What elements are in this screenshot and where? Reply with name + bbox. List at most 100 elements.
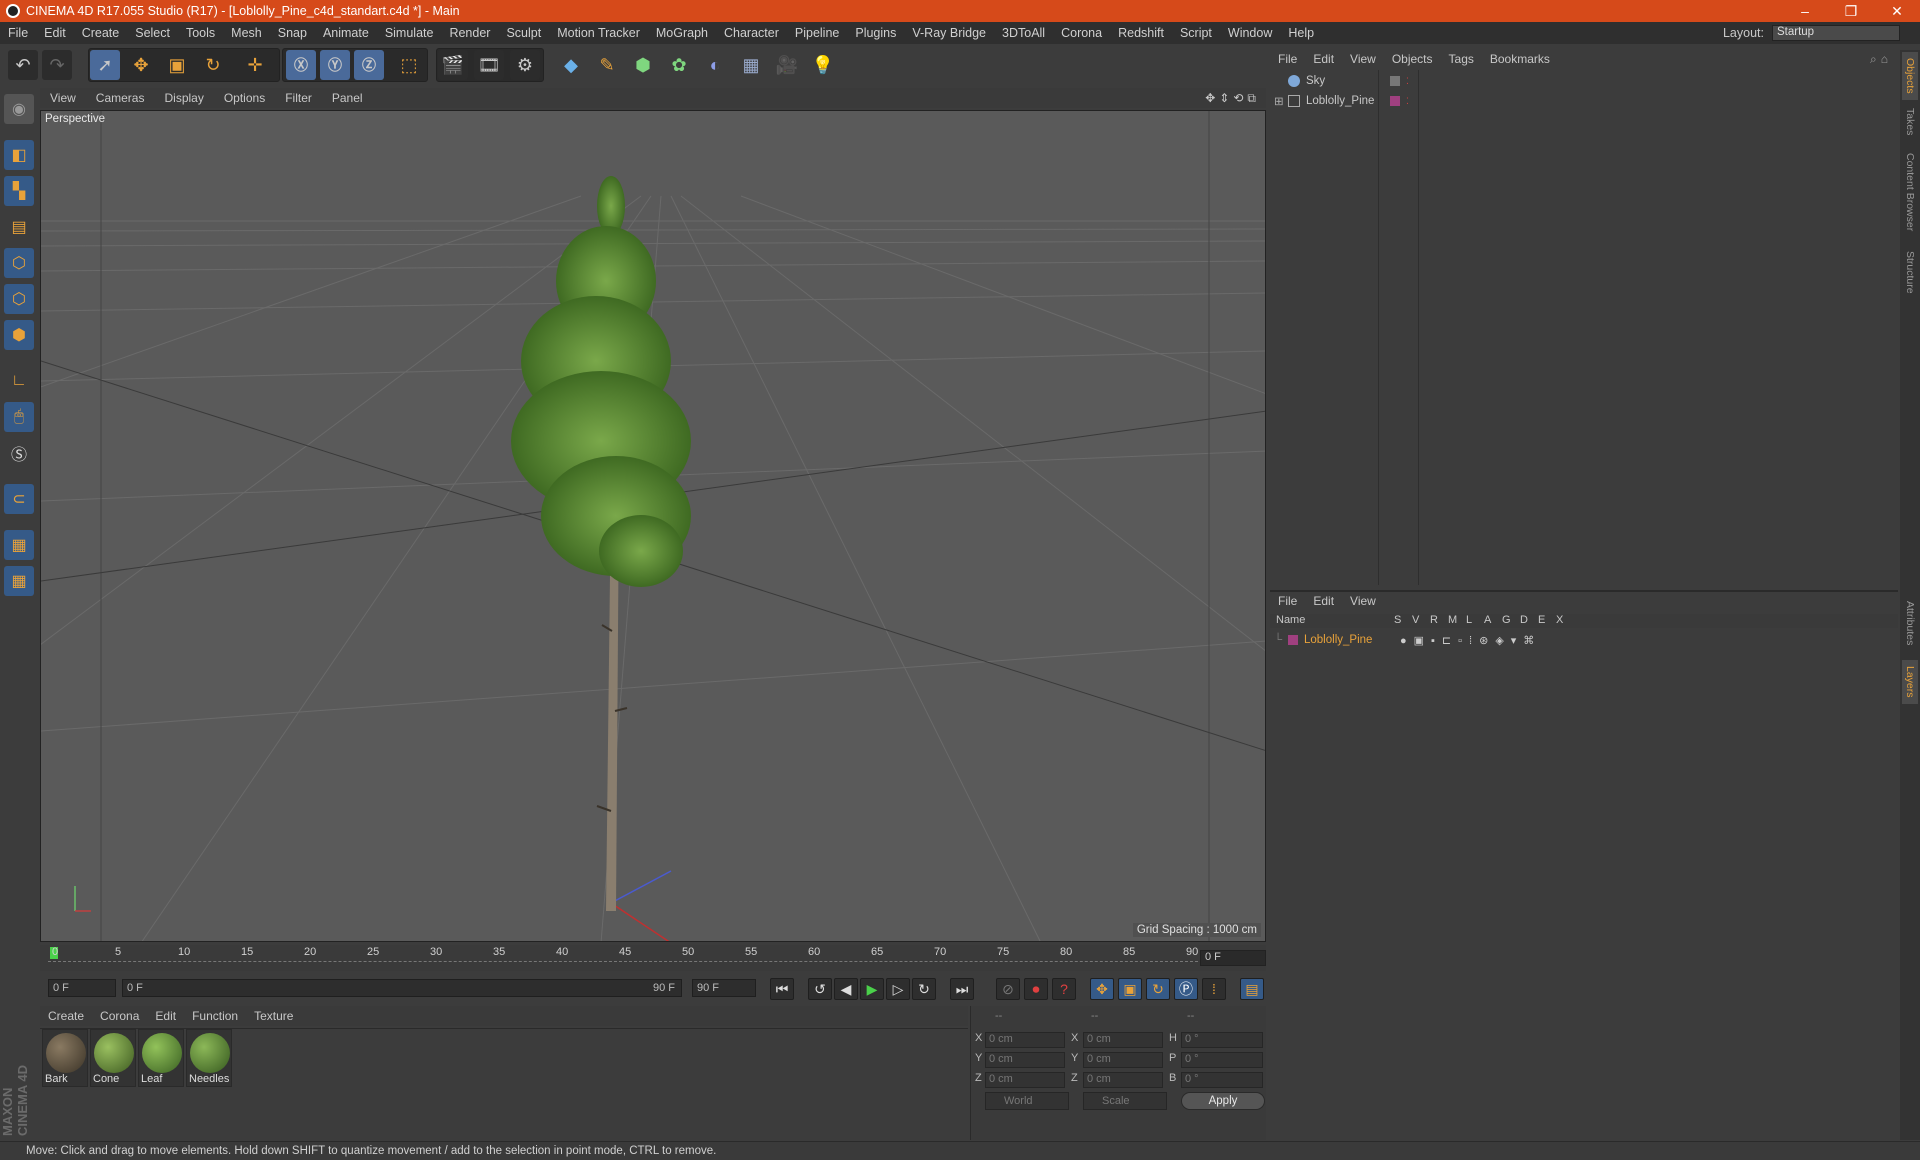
material-menu-edit[interactable]: Edit (147, 1009, 184, 1023)
key-position-icon[interactable]: ✥ (1090, 978, 1114, 1000)
layer-tag-icon[interactable] (1390, 76, 1400, 86)
menu-snap[interactable]: Snap (270, 26, 315, 40)
layer-col-render[interactable]: R (1430, 614, 1438, 626)
step-forward-icon[interactable]: ▷ (886, 978, 910, 1000)
magnet-icon[interactable]: ⊂ (4, 484, 34, 514)
position-z-field[interactable]: 0 cm (985, 1072, 1065, 1088)
menu-help[interactable]: Help (1280, 26, 1322, 40)
layout-dropdown[interactable]: Startup (1772, 25, 1900, 41)
key-selection-icon[interactable]: ? (1052, 978, 1076, 1000)
key-parameter-icon[interactable]: Ⓟ (1174, 978, 1198, 1000)
menu-mesh[interactable]: Mesh (223, 26, 270, 40)
layer-col-lock[interactable]: L (1466, 614, 1472, 626)
rotation-b-field[interactable]: 0 ° (1181, 1072, 1263, 1088)
menu-file[interactable]: File (0, 26, 36, 40)
close-button[interactable]: ✕ (1874, 3, 1920, 20)
viewport-menu-display[interactable]: Display (154, 91, 213, 105)
transform-tool-icon[interactable]: ✛ (240, 50, 270, 80)
menu-corona[interactable]: Corona (1053, 26, 1110, 40)
menu-edit[interactable]: Edit (36, 26, 74, 40)
tab-attributes[interactable]: Attributes (1902, 590, 1918, 656)
current-frame-field[interactable]: 0 F (1200, 950, 1266, 966)
layer-col-expressions[interactable]: E (1538, 614, 1545, 626)
rotation-p-field[interactable]: 0 ° (1181, 1052, 1263, 1068)
menu-script[interactable]: Script (1172, 26, 1220, 40)
polygons-mode-icon[interactable]: ⬢ (4, 320, 34, 350)
light-icon[interactable]: 💡 (808, 50, 838, 80)
coord-system-dropdown[interactable]: World (985, 1092, 1069, 1110)
tab-structure[interactable]: Structure (1902, 244, 1918, 300)
model-mode-icon[interactable]: ◧ (4, 140, 34, 170)
material-bark[interactable]: Bark (42, 1029, 88, 1087)
tweak-mode-icon[interactable]: 🖱 (4, 402, 34, 432)
points-mode-icon[interactable]: ⬡ (4, 248, 34, 278)
menu-simulate[interactable]: Simulate (377, 26, 442, 40)
frame-range-slider[interactable]: 0 F 90 F (122, 979, 682, 997)
material-menu-create[interactable]: Create (40, 1009, 92, 1023)
undo-icon[interactable]: ↶ (8, 50, 38, 80)
workplane-mode-icon[interactable]: ▤ (4, 212, 34, 242)
lock-workplane-icon[interactable]: ▦ (4, 530, 34, 560)
go-to-start-icon[interactable]: ⏮ (770, 978, 794, 1000)
layer-color-swatch[interactable] (1288, 635, 1298, 645)
tab-objects[interactable]: Objects (1902, 52, 1918, 100)
menu-3dtoall[interactable]: 3DToAll (994, 26, 1053, 40)
menu-plugins[interactable]: Plugins (847, 26, 904, 40)
layer-menu-file[interactable]: File (1270, 594, 1305, 608)
viewport-menu-cameras[interactable]: Cameras (86, 91, 155, 105)
tab-takes[interactable]: Takes (1902, 104, 1918, 140)
size-mode-dropdown[interactable]: Scale (1083, 1092, 1167, 1110)
menu-tools[interactable]: Tools (178, 26, 223, 40)
obj-search-home-icons[interactable]: ⌕⌂ (1870, 52, 1898, 67)
material-needles[interactable]: Needles (186, 1029, 232, 1087)
obj-menu-bookmarks[interactable]: Bookmarks (1482, 52, 1558, 66)
tab-content-browser[interactable]: Content Browser (1902, 144, 1918, 240)
record-keys-icon[interactable]: ⊘ (996, 978, 1020, 1000)
layer-menu-view[interactable]: View (1342, 594, 1384, 608)
layer-menu-edit[interactable]: Edit (1305, 594, 1342, 608)
visibility-dots-icon[interactable]: ⁚ (1406, 76, 1409, 87)
position-x-field[interactable]: 0 cm (985, 1032, 1065, 1048)
make-editable-icon[interactable]: ◉ (4, 94, 34, 124)
layer-col-manager[interactable]: M (1448, 614, 1457, 626)
object-row-sky[interactable]: Sky ⁚ (1274, 72, 1894, 90)
viewport-nav-icons[interactable]: ✥⇕⟲⧉ (1205, 91, 1266, 106)
layer-col-deformers[interactable]: D (1520, 614, 1528, 626)
viewport-menu-panel[interactable]: Panel (322, 91, 373, 105)
pen-spline-icon[interactable]: ✎ (592, 50, 622, 80)
viewport-menu-view[interactable]: View (40, 91, 86, 105)
size-x-field[interactable]: 0 cm (1083, 1032, 1163, 1048)
obj-menu-view[interactable]: View (1342, 52, 1384, 66)
timeline-ruler[interactable]: 0 5 10 15 20 25 30 35 40 45 50 55 60 65 70 75 80 85 90 (40, 945, 1266, 971)
texture-mode-icon[interactable]: ▚ (4, 176, 34, 206)
menu-render[interactable]: Render (441, 26, 498, 40)
key-scale-icon[interactable]: ▣ (1118, 978, 1142, 1000)
visibility-dots-icon[interactable]: ⁚ (1406, 96, 1409, 107)
material-menu-texture[interactable]: Texture (246, 1009, 301, 1023)
coordinate-system-icon[interactable]: ⬚ (394, 50, 424, 80)
camera-icon[interactable]: 🎥 (772, 50, 802, 80)
obj-menu-file[interactable]: File (1270, 52, 1305, 66)
x-axis-lock-icon[interactable]: Ⓧ (286, 50, 316, 80)
redo-icon[interactable]: ↷ (42, 50, 72, 80)
previous-key-icon[interactable]: ↺ (808, 978, 832, 1000)
material-menu-function[interactable]: Function (184, 1009, 246, 1023)
rotate-tool-icon[interactable]: ↻ (198, 50, 228, 80)
cube-object-icon[interactable]: ◆ (556, 50, 586, 80)
key-rotation-icon[interactable]: ↻ (1146, 978, 1170, 1000)
render-picture-viewer-icon[interactable]: 🎞 (474, 50, 504, 80)
size-z-field[interactable]: 0 cm (1083, 1072, 1163, 1088)
tab-layers[interactable]: Layers (1902, 660, 1918, 704)
menu-vray-bridge[interactable]: V-Ray Bridge (904, 26, 994, 40)
material-menu-corona[interactable]: Corona (92, 1009, 147, 1023)
play-icon[interactable]: ▶ (860, 978, 884, 1000)
end-frame-field[interactable]: 90 F (692, 979, 756, 997)
obj-menu-objects[interactable]: Objects (1384, 52, 1441, 66)
next-key-icon[interactable]: ↻ (912, 978, 936, 1000)
restore-button[interactable]: ❐ (1828, 3, 1874, 20)
position-y-field[interactable]: 0 cm (985, 1052, 1065, 1068)
z-axis-lock-icon[interactable]: Ⓩ (354, 50, 384, 80)
menu-create[interactable]: Create (74, 26, 128, 40)
planar-workplane-icon[interactable]: ▦ (4, 566, 34, 596)
autokey-icon[interactable]: ⏺ (1024, 978, 1048, 1000)
